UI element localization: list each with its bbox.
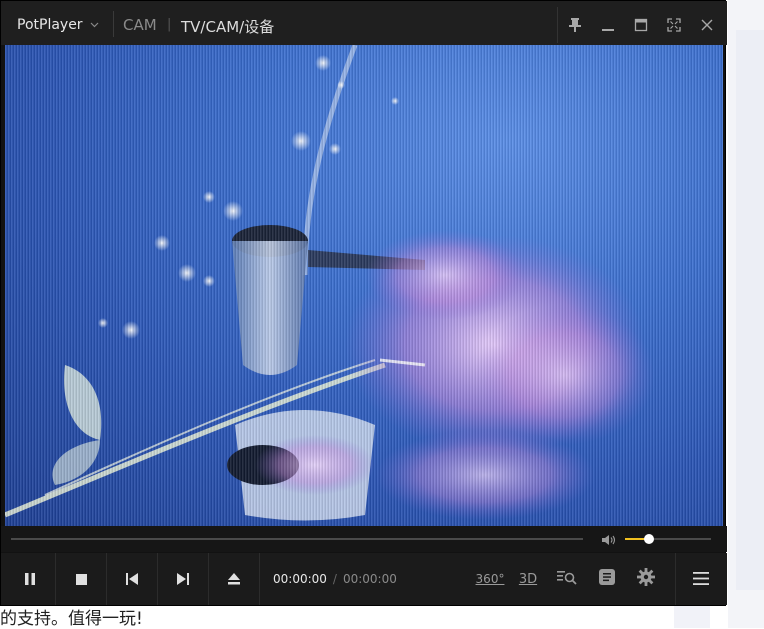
page-text: 的支持。值得一玩! (0, 609, 143, 629)
title-separator (113, 11, 114, 37)
scanline-overlay (5, 45, 723, 526)
close-icon[interactable] (697, 15, 717, 35)
video-display[interactable] (5, 45, 723, 526)
eject-button[interactable] (209, 553, 259, 605)
list-search-icon (557, 569, 577, 589)
settings-button[interactable] (627, 553, 665, 605)
source-label[interactable]: TV/CAM/设备 (181, 16, 274, 37)
total-time: 00:00:00 (342, 572, 397, 586)
pin-icon[interactable] (565, 15, 585, 35)
fullscreen-icon[interactable] (664, 15, 684, 35)
3d-icon: 3D (518, 571, 538, 587)
page-widget (674, 604, 710, 628)
window-controls (557, 7, 724, 43)
app-menu-button[interactable]: PotPlayer (7, 7, 111, 43)
playlist-search-button[interactable] (549, 553, 585, 605)
title-pipe-divider: | (167, 17, 172, 32)
minimize-icon[interactable] (598, 15, 618, 35)
playlist-button[interactable] (589, 553, 625, 605)
stop-icon (75, 570, 87, 589)
3d-button[interactable]: 3D (511, 553, 545, 605)
playlist-icon (599, 569, 615, 589)
volume-icon[interactable] (601, 532, 617, 551)
current-time: 00:00:00 (273, 572, 327, 586)
title-bar[interactable]: PotPlayer CAM | TV/CAM/设备 (1, 1, 727, 45)
control-separator (259, 553, 260, 605)
stop-button[interactable] (56, 553, 106, 605)
page-scrollbar[interactable] (736, 30, 764, 590)
control-bar: 00:00:00 / 00:00:00 360° 3D (1, 553, 727, 605)
potplayer-window: PotPlayer CAM | TV/CAM/设备 00:00:00 / 00:… (0, 0, 727, 606)
time-separator: / (332, 572, 337, 586)
previous-button[interactable] (107, 553, 157, 605)
gear-icon (637, 568, 655, 590)
vr-360-icon: 360° (475, 572, 505, 586)
chevron-down-icon (90, 20, 99, 31)
menu-icon (693, 570, 709, 589)
pause-icon (24, 570, 36, 589)
mode-label[interactable]: CAM (123, 16, 157, 34)
previous-icon (126, 570, 138, 589)
seek-bar[interactable] (11, 538, 583, 540)
seek-bar-row (1, 526, 727, 552)
main-menu-button[interactable] (676, 553, 726, 605)
time-display: 00:00:00 / 00:00:00 (273, 572, 397, 586)
pause-button[interactable] (5, 553, 55, 605)
app-name: PotPlayer (17, 17, 83, 33)
vr-360-button[interactable]: 360° (473, 553, 507, 605)
volume-slider-handle[interactable] (644, 534, 654, 544)
maximize-icon[interactable] (631, 15, 651, 35)
next-icon (177, 570, 189, 589)
next-button[interactable] (158, 553, 208, 605)
eject-icon (228, 570, 240, 589)
